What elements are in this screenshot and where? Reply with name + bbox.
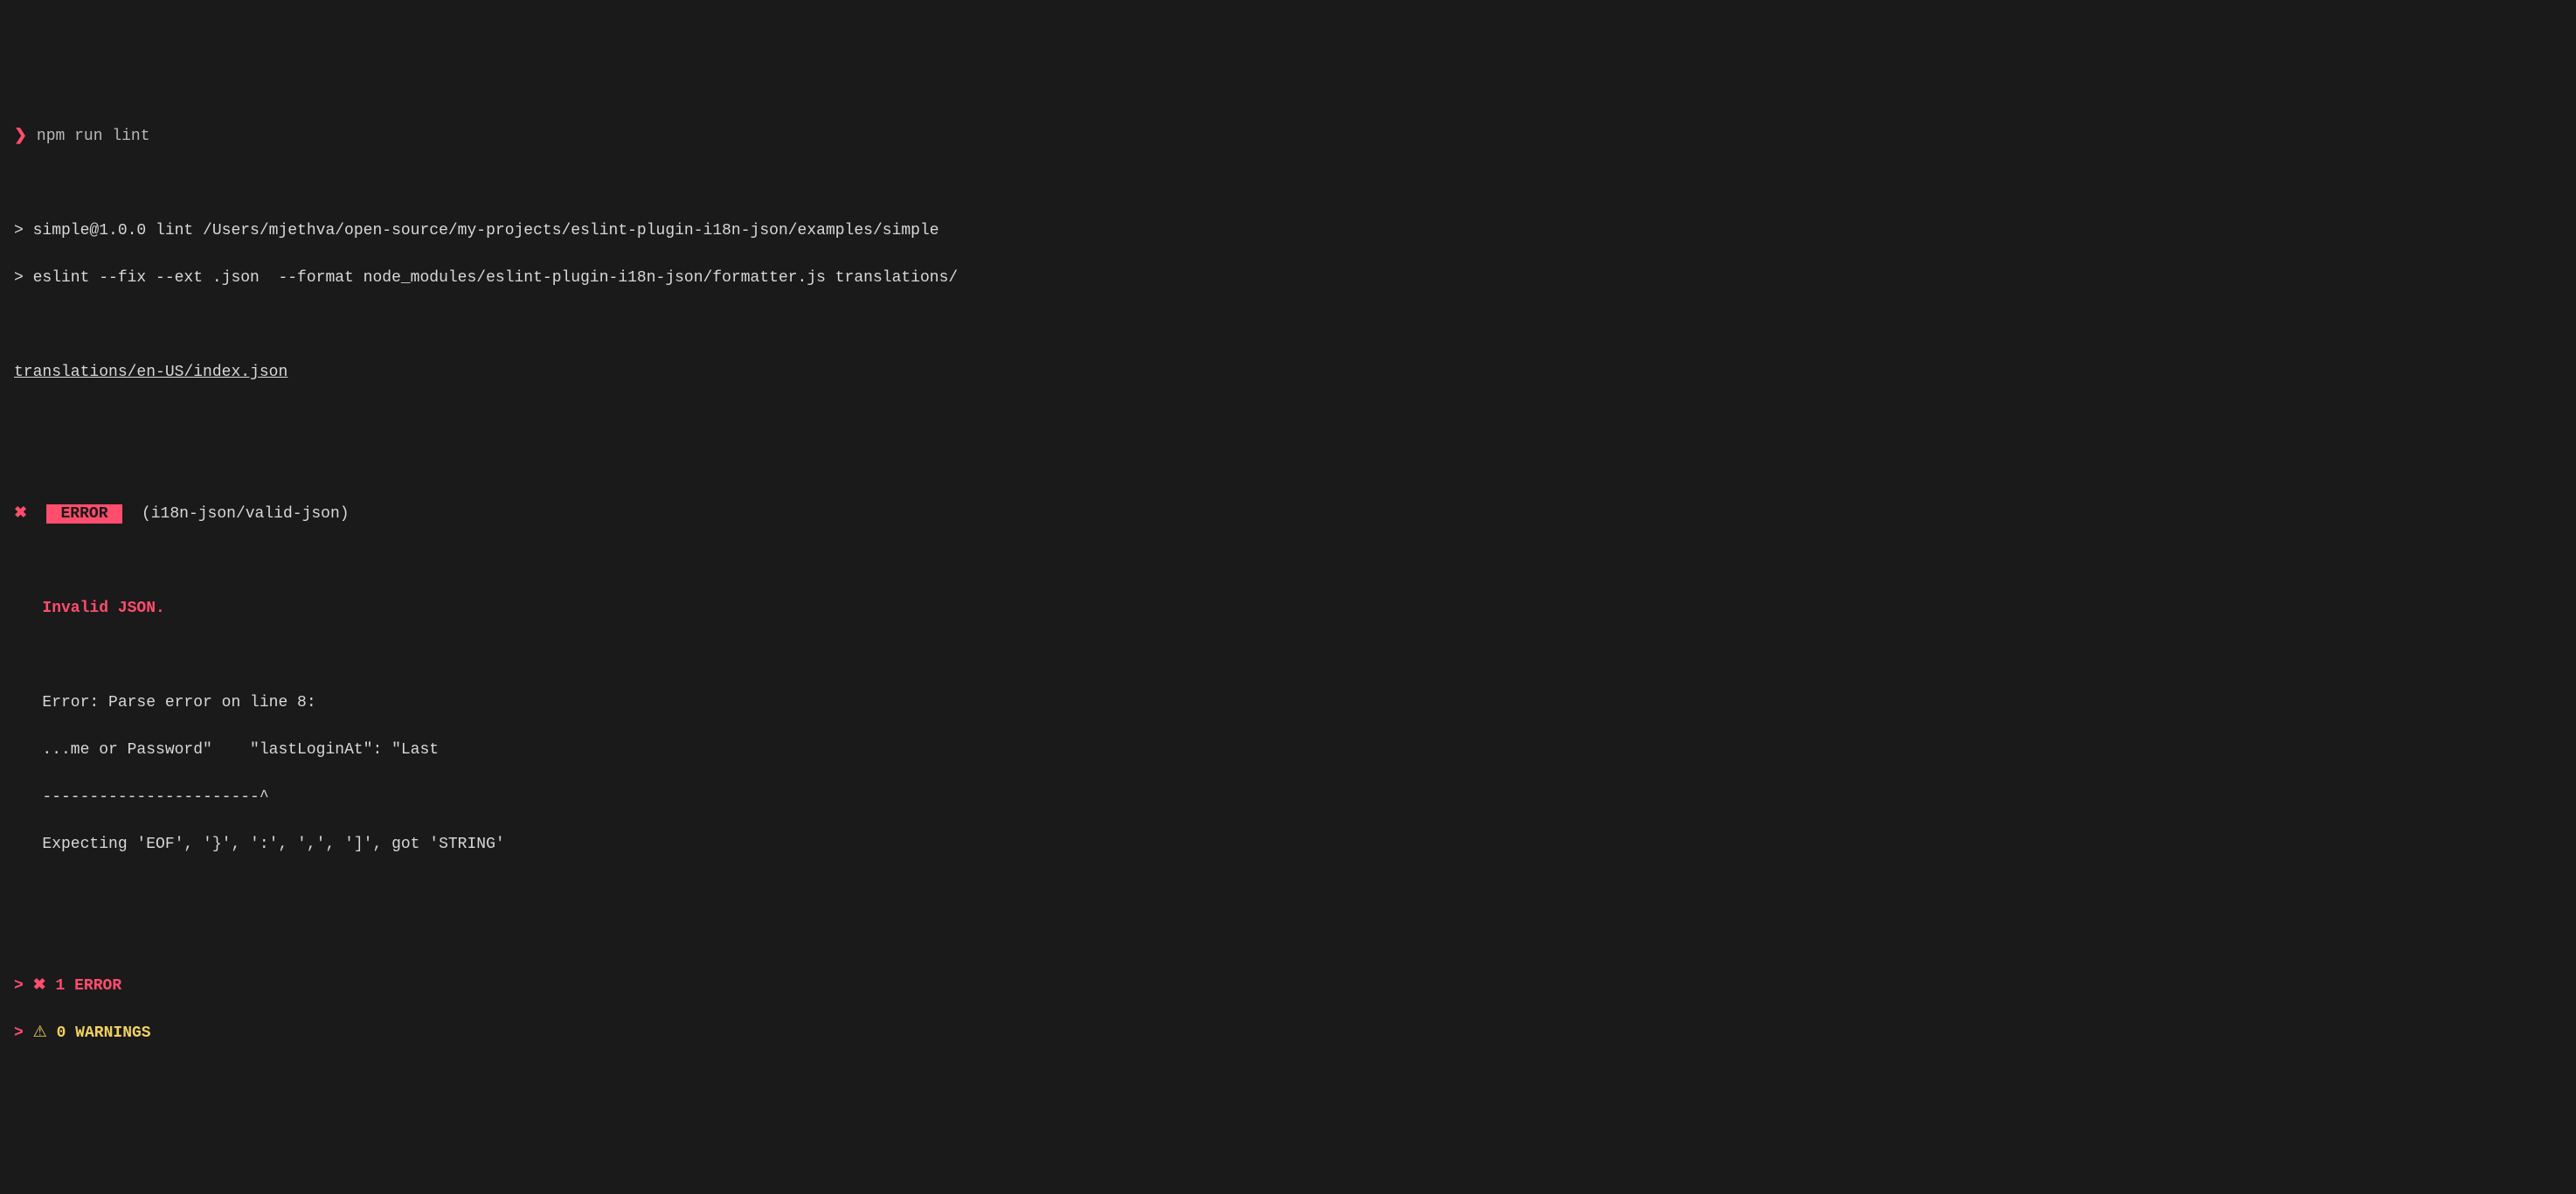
terminal-output: ❯ npm run lint > simple@1.0.0 lint /User… [14, 101, 2562, 1069]
error-detail-line-1: Error: Parse error on line 8: [14, 691, 2562, 715]
command-text: npm run lint [37, 128, 150, 145]
error-title: Invalid JSON. [42, 600, 164, 617]
error-rule-name: (i18n-json/valid-json) [142, 505, 350, 523]
error-detail-line-4: Expecting 'EOF', '}', ':', ',', ']', got… [14, 833, 2562, 857]
command-line: ❯ npm run lint [14, 125, 2562, 149]
error-detail-line-3: -----------------------^ [14, 786, 2562, 809]
prompt-symbol: ❯ [14, 128, 27, 145]
error-summary-line: > ✖ 1 ERROR [14, 975, 2562, 998]
error-cross-icon: ✖ [14, 505, 27, 523]
error-header-line: ✖ ERROR (i18n-json/valid-json) [14, 503, 2562, 526]
warning-count: 0 WARNINGS [57, 1024, 151, 1042]
npm-script-line-2: > eslint --fix --ext .json --format node… [14, 267, 2562, 290]
error-count: 1 ERROR [56, 977, 122, 995]
summary-error-cross-icon: ✖ [33, 977, 46, 995]
file-path: translations/en-US/index.json [14, 364, 287, 381]
summary-prompt-icon: > [14, 977, 24, 995]
error-badge: ERROR [46, 504, 123, 524]
warning-icon: ⚠ [33, 1024, 47, 1042]
npm-script-line-1: > simple@1.0.0 lint /Users/mjethva/open-… [14, 219, 2562, 243]
file-path-line: translations/en-US/index.json [14, 361, 2562, 385]
error-title-line: Invalid JSON. [14, 597, 2562, 621]
error-detail-line-2: ...me or Password" "lastLoginAt": "Last [14, 739, 2562, 762]
summary-prompt-icon: > [14, 1024, 24, 1042]
warning-summary-line: > ⚠ 0 WARNINGS [14, 1022, 2562, 1045]
